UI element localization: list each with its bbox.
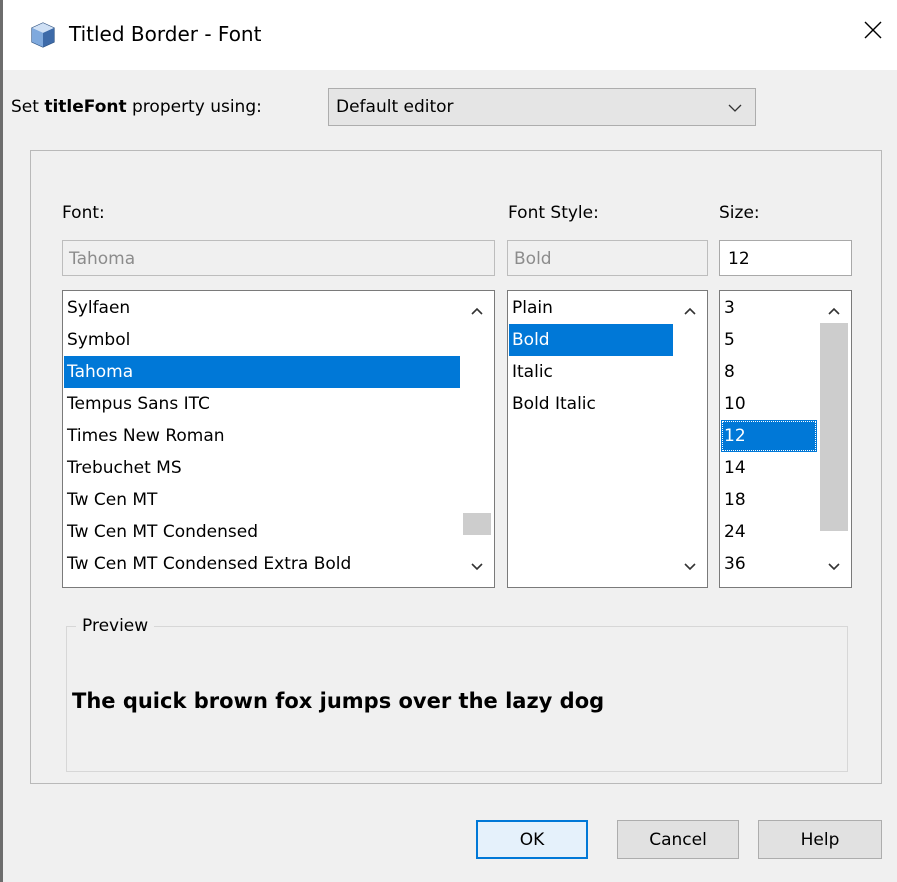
property-name: titleFont bbox=[44, 97, 127, 117]
cancel-button[interactable]: Cancel bbox=[617, 820, 739, 859]
chevron-up-icon[interactable] bbox=[469, 303, 485, 319]
font-list-item[interactable]: Tahoma bbox=[64, 356, 460, 388]
font-list-item[interactable]: Trebuchet MS bbox=[64, 452, 460, 484]
chevron-down-icon[interactable] bbox=[682, 559, 698, 575]
font-list-item[interactable]: Times New Roman bbox=[64, 420, 460, 452]
title-bar[interactable]: Titled Border - Font bbox=[3, 0, 897, 70]
font-list-scroll-thumb[interactable] bbox=[463, 513, 491, 535]
size-list-item[interactable]: 10 bbox=[721, 388, 817, 420]
font-style-value: Bold bbox=[514, 249, 552, 269]
size-list-item[interactable]: 24 bbox=[721, 516, 817, 548]
font-style-list-item[interactable]: Plain bbox=[509, 292, 673, 324]
size-list-item[interactable]: 36 bbox=[721, 548, 817, 580]
font-name-field: Tahoma bbox=[62, 240, 495, 276]
ok-button[interactable]: OK bbox=[476, 820, 588, 859]
property-label-prefix: Set bbox=[11, 97, 45, 117]
size-list-scroll-thumb[interactable] bbox=[820, 323, 848, 531]
size-input-value: 12 bbox=[728, 249, 750, 269]
font-list-item[interactable]: Sylfaen bbox=[64, 292, 460, 324]
property-label-suffix: property using: bbox=[126, 97, 262, 117]
size-list-item[interactable]: 14 bbox=[721, 452, 817, 484]
font-style-list-item[interactable]: Bold Italic bbox=[509, 388, 673, 420]
window-edge bbox=[0, 0, 3, 882]
size-list-scrollbar[interactable] bbox=[817, 291, 851, 587]
font-list-item[interactable]: Symbol bbox=[64, 324, 460, 356]
editor-select[interactable]: Default editor bbox=[328, 88, 756, 126]
font-list-item[interactable]: Tw Cen MT Condensed Extra Bold bbox=[64, 548, 460, 580]
chevron-down-icon bbox=[727, 100, 743, 116]
chevron-up-icon[interactable] bbox=[826, 303, 842, 319]
font-dialog: Titled Border - Font Set titleFont prope… bbox=[0, 0, 897, 882]
size-label: Size: bbox=[719, 203, 760, 223]
chevron-up-icon[interactable] bbox=[682, 303, 698, 319]
size-list-item[interactable]: 18 bbox=[721, 484, 817, 516]
chevron-down-icon[interactable] bbox=[469, 559, 485, 575]
preview-legend: Preview bbox=[76, 616, 155, 636]
font-style-list-item[interactable]: Bold bbox=[509, 324, 673, 356]
font-style-label: Font Style: bbox=[508, 203, 599, 223]
size-list-item[interactable]: 8 bbox=[721, 356, 817, 388]
size-list-item[interactable]: 3 bbox=[721, 292, 817, 324]
font-style-list-scrollbar[interactable] bbox=[673, 291, 707, 587]
font-style-field: Bold bbox=[507, 240, 708, 276]
font-style-list[interactable]: Plain Bold Italic Bold Italic bbox=[507, 290, 708, 588]
editor-select-value: Default editor bbox=[336, 97, 454, 117]
close-button[interactable] bbox=[855, 14, 891, 50]
font-style-list-item[interactable]: Italic bbox=[509, 356, 673, 388]
help-button[interactable]: Help bbox=[758, 820, 882, 859]
size-list-item[interactable]: 12 bbox=[721, 420, 817, 452]
font-list-item[interactable]: Tempus Sans ITC bbox=[64, 388, 460, 420]
font-list[interactable]: Sylfaen Symbol Tahoma Tempus Sans ITC Times … bbox=[62, 290, 495, 588]
font-name-value: Tahoma bbox=[69, 249, 136, 269]
window-title: Titled Border - Font bbox=[69, 22, 262, 46]
font-list-scrollbar[interactable] bbox=[460, 291, 494, 587]
cube-icon bbox=[29, 21, 57, 49]
size-list-item[interactable]: 5 bbox=[721, 324, 817, 356]
font-list-item[interactable]: Tw Cen MT Condensed bbox=[64, 516, 460, 548]
size-input[interactable]: 12 bbox=[719, 240, 852, 276]
size-list[interactable]: 3 5 8 10 12 14 18 24 36 bbox=[719, 290, 852, 588]
font-label: Font: bbox=[62, 203, 105, 223]
preview-sample-text: The quick brown fox jumps over the lazy … bbox=[72, 689, 605, 713]
chevron-down-icon[interactable] bbox=[826, 559, 842, 575]
property-editor-label: Set titleFont property using: bbox=[11, 97, 262, 117]
font-list-item[interactable]: Tw Cen MT bbox=[64, 484, 460, 516]
close-icon bbox=[863, 20, 883, 44]
